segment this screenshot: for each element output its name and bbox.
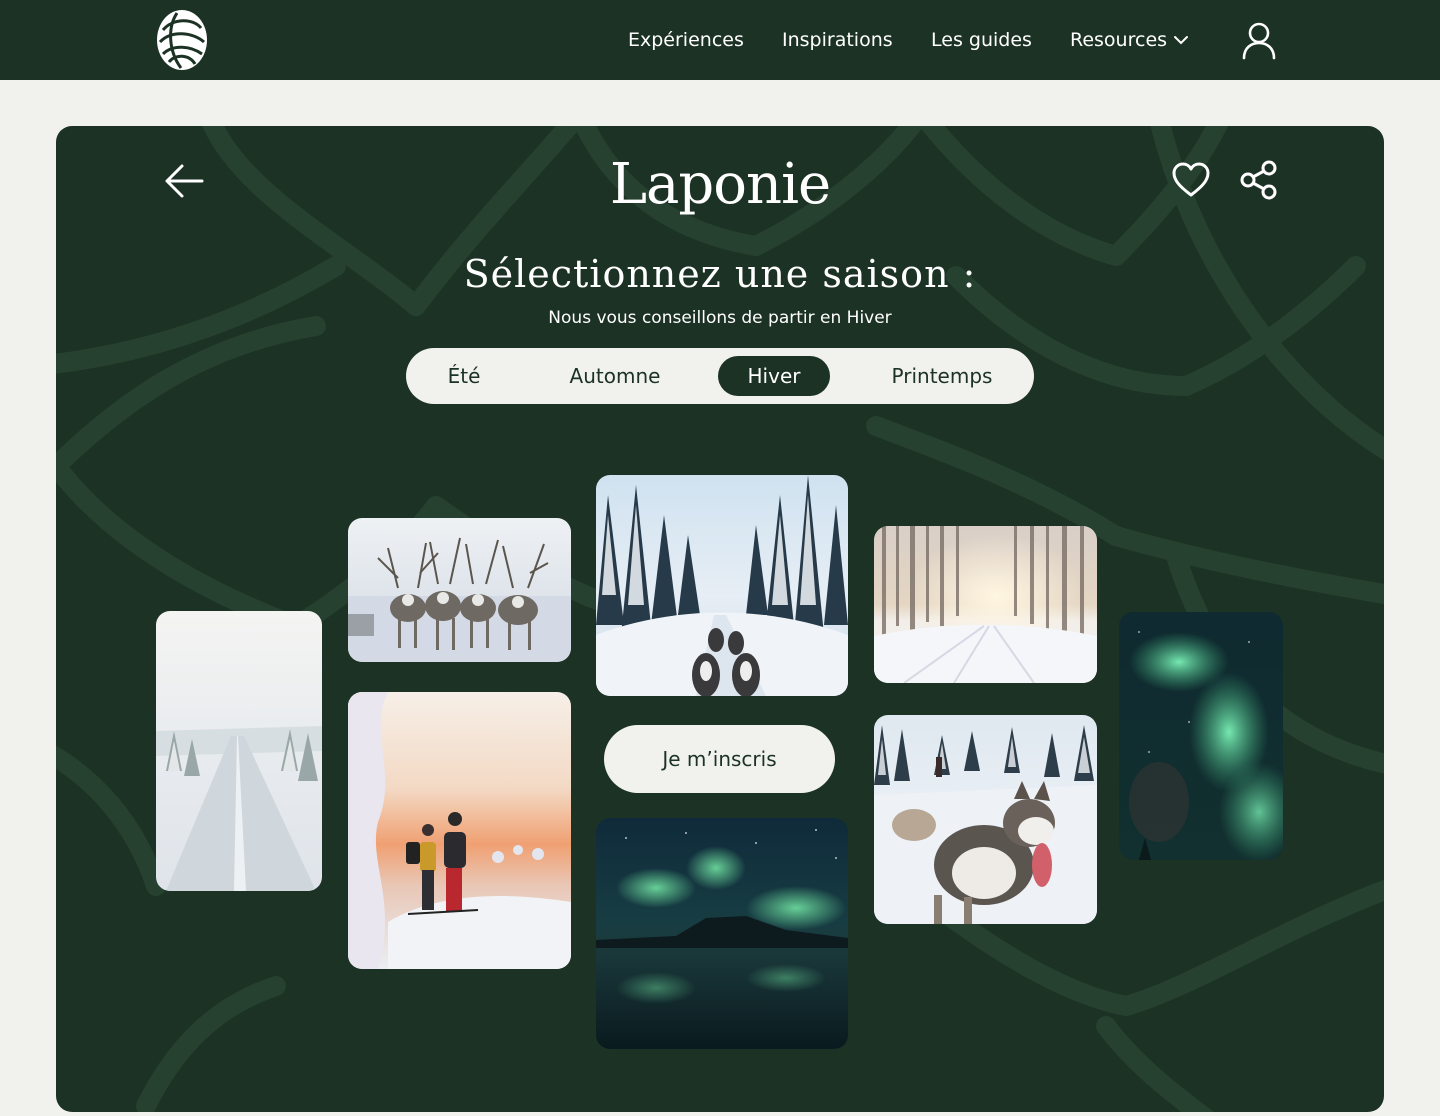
husky-dogs-photo[interactable]	[874, 715, 1097, 924]
nav-label: Inspirations	[782, 29, 893, 51]
reindeer-photo[interactable]	[348, 518, 571, 662]
tab-label: Automne	[569, 364, 661, 388]
tab-ete[interactable]: Été	[424, 356, 504, 396]
season-advice: Nous vous conseillons de partir en Hiver	[548, 308, 892, 328]
aurora-lake-photo[interactable]	[596, 818, 848, 1049]
chevron-down-icon	[1173, 25, 1189, 53]
husky-sled-forest-photo[interactable]	[596, 475, 848, 696]
nav-label: Resources	[1070, 29, 1168, 51]
top-navigation: Expériences Inspirations Les guides Reso…	[0, 0, 1440, 80]
aurora-closeup-photo[interactable]	[1119, 612, 1283, 860]
nav-label: Les guides	[931, 29, 1032, 51]
nav-item-guides[interactable]: Les guides	[931, 26, 1032, 54]
nav-item-inspirations[interactable]: Inspirations	[782, 26, 893, 54]
tab-label: Printemps	[891, 364, 993, 388]
destination-card: Laponie Sélectionnez une saison : Nous v…	[56, 126, 1384, 1112]
heart-icon[interactable]	[1171, 161, 1211, 199]
share-icon[interactable]	[1239, 160, 1279, 200]
nav-label: Expériences	[628, 29, 744, 51]
tab-label: Été	[447, 364, 481, 388]
nav-item-resources[interactable]: Resources	[1070, 26, 1189, 54]
tab-label: Hiver	[747, 364, 801, 388]
season-selector: Été Automne Hiver Printemps	[406, 348, 1034, 404]
nav-item-experiences[interactable]: Expériences	[628, 26, 744, 54]
swirl-logo-icon[interactable]	[155, 8, 209, 72]
tab-printemps[interactable]: Printemps	[872, 356, 1012, 396]
snowy-road-photo[interactable]	[156, 611, 322, 891]
season-heading: Sélectionnez une saison :	[463, 252, 977, 296]
skiers-sunset-photo[interactable]	[348, 692, 571, 969]
signup-button[interactable]: Je m’inscris	[604, 725, 835, 793]
tab-automne[interactable]: Automne	[554, 356, 676, 396]
user-icon[interactable]	[1240, 20, 1278, 60]
sunlit-forest-photo[interactable]	[874, 526, 1097, 683]
signup-label: Je m’inscris	[662, 747, 777, 771]
tab-hiver[interactable]: Hiver	[718, 356, 830, 396]
